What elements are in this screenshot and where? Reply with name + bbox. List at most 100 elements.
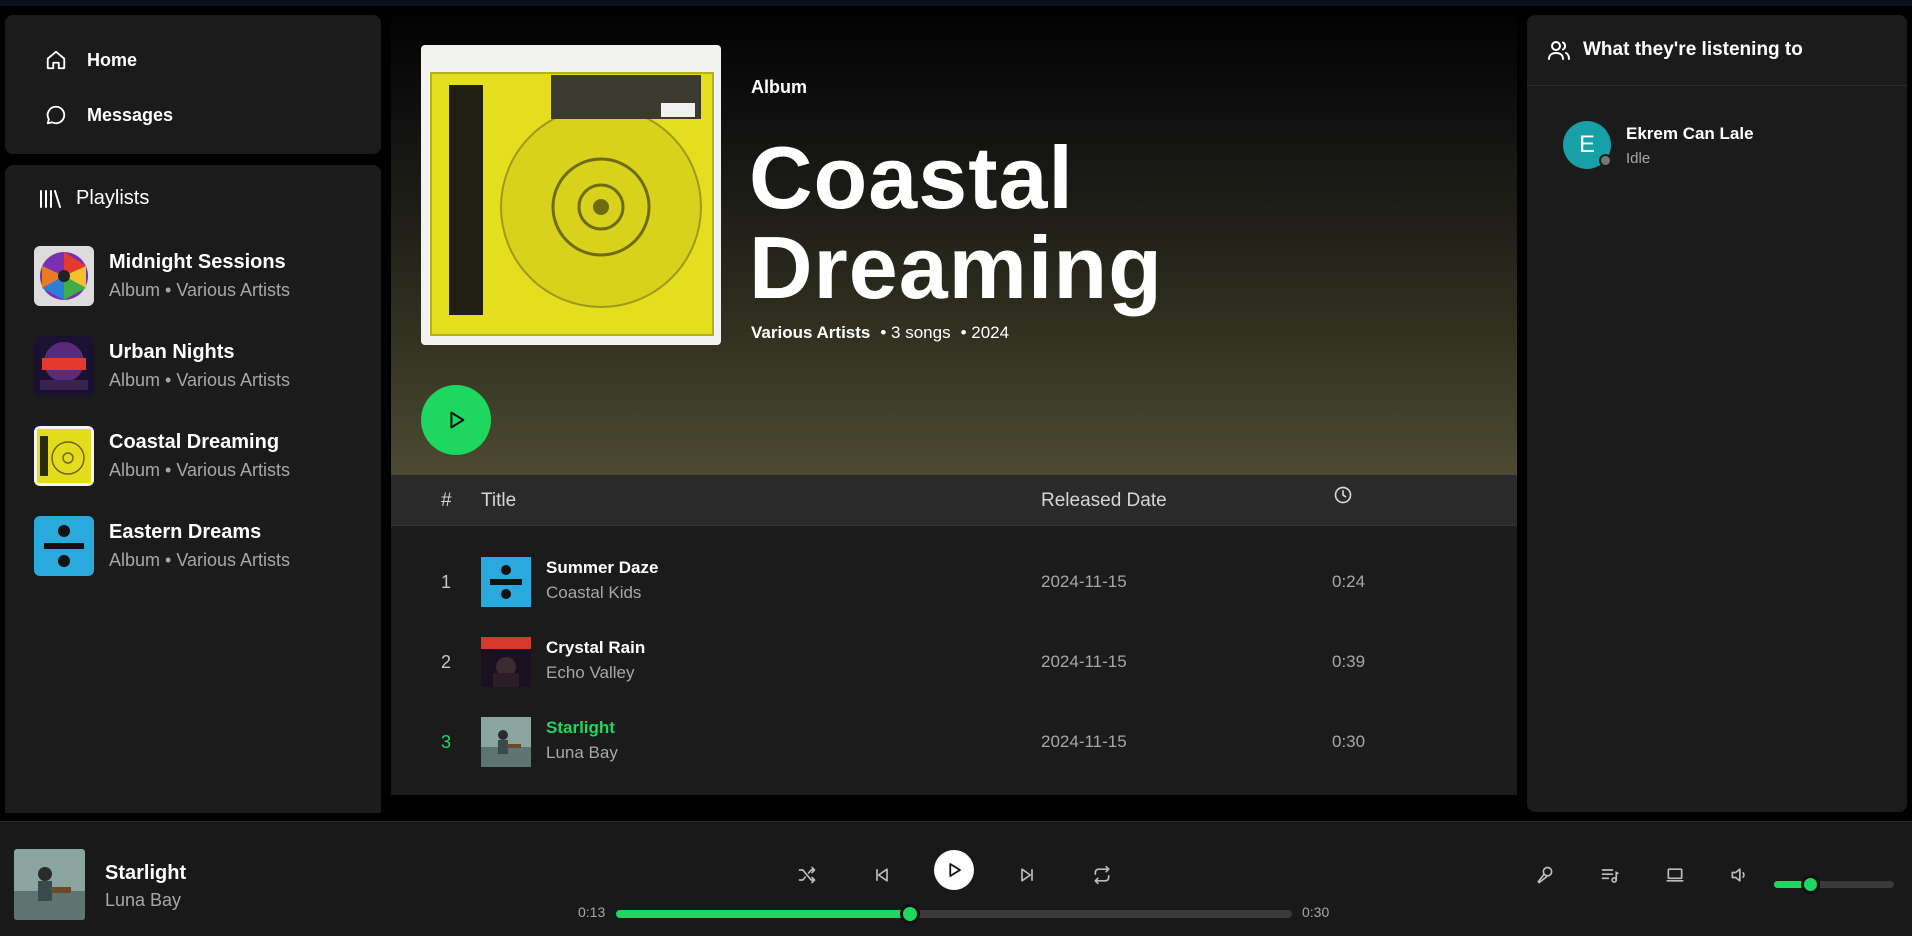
column-number: # — [441, 490, 452, 511]
friend-activity-panel: What they're listening to E Ekrem Can La… — [1527, 15, 1907, 812]
album-cover — [421, 45, 721, 345]
track-title: Crystal Rain — [546, 638, 646, 657]
track-row[interactable]: 1 Summer Daze Coastal Kids 2024-11-15 0:… — [391, 552, 1517, 612]
laptop-icon — [1666, 868, 1684, 882]
now-playing-cover — [14, 849, 85, 920]
repeat-button[interactable] — [1087, 860, 1117, 890]
column-released-date[interactable]: Released Date — [1041, 490, 1167, 512]
devices-button[interactable] — [1662, 862, 1688, 888]
track-number: 3 — [441, 732, 452, 752]
nav-messages-label: Messages — [87, 104, 174, 125]
play-album-button[interactable] — [421, 385, 491, 455]
playlist-title: Midnight Sessions — [109, 251, 286, 273]
playlist-title: Eastern Dreams — [109, 521, 262, 543]
track-artist[interactable]: Echo Valley — [546, 663, 635, 683]
home-icon — [46, 50, 66, 70]
elapsed-time: 0:13 — [578, 904, 606, 920]
column-title[interactable]: Title — [481, 490, 516, 512]
friend-item[interactable]: E Ekrem Can Lale Idle — [1563, 121, 1754, 169]
avatar-initial: E — [1578, 131, 1595, 158]
skip-forward-icon — [1021, 868, 1033, 882]
progress-fill — [616, 910, 911, 918]
now-playing-artist[interactable]: Luna Bay — [105, 890, 181, 911]
album-type: Album — [751, 77, 807, 97]
progress-handle[interactable] — [900, 904, 921, 924]
nav-panel: Home Messages — [5, 15, 381, 154]
volume-slider[interactable] — [1774, 875, 1894, 894]
message-icon — [46, 105, 66, 125]
column-duration[interactable] — [1333, 485, 1353, 511]
playlist-item[interactable]: Urban Nights Album • Various Artists — [34, 335, 364, 397]
lyrics-button[interactable] — [1532, 862, 1558, 888]
playlist-item[interactable]: Coastal Dreaming Album • Various Artists — [34, 425, 364, 487]
playlist-title: Urban Nights — [109, 341, 235, 363]
playlist-subtitle: Album • Various Artists — [109, 550, 291, 570]
volume-handle[interactable] — [1801, 875, 1820, 894]
queue-button[interactable] — [1597, 862, 1623, 888]
track-number: 1 — [441, 572, 452, 592]
friend-activity-heading: What they're listening to — [1583, 39, 1803, 60]
friend-status: Idle — [1626, 149, 1651, 167]
player-bar: Starlight Luna Bay 0:13 0:30 — [0, 821, 1912, 936]
app-window: Home Messages Playlists Midnight Session… — [0, 0, 1912, 936]
friend-name: Ekrem Can Lale — [1626, 123, 1754, 143]
nav-messages[interactable]: Messages — [45, 104, 173, 126]
track-row-active[interactable]: 3 Starlight Luna Bay 2024-11-15 0:30 — [391, 712, 1517, 772]
track-row[interactable]: 2 Crystal Rain Echo Valley 2024-11-15 0:… — [391, 632, 1517, 692]
album-meta: Various Artists • 3 songs • 2024 — [751, 323, 1009, 343]
total-time: 0:30 — [1302, 904, 1330, 920]
clock-icon — [1334, 486, 1352, 504]
track-artist[interactable]: Coastal Kids — [546, 583, 641, 603]
mute-button[interactable] — [1726, 862, 1752, 888]
progress-bar[interactable] — [616, 904, 1292, 924]
track-title: Summer Daze — [546, 558, 659, 577]
track-title: Starlight — [546, 718, 615, 737]
album-view: Album Coastal Dreaming Various Artists •… — [391, 15, 1517, 795]
users-icon — [1548, 41, 1570, 60]
track-date: 2024-11-15 — [1041, 732, 1127, 751]
playlist-cover — [34, 426, 94, 486]
playlist-cover — [34, 516, 94, 576]
playlist-subtitle: Album • Various Artists — [109, 280, 291, 300]
track-date: 2024-11-15 — [1041, 652, 1127, 671]
next-button[interactable] — [1012, 860, 1042, 890]
track-artist[interactable]: Luna Bay — [546, 743, 618, 763]
previous-button[interactable] — [867, 860, 897, 890]
avatar: E — [1563, 121, 1612, 169]
track-table-header: # Title Released Date — [391, 475, 1517, 526]
library-panel: Playlists Midnight Sessions Album • Vari… — [5, 165, 381, 813]
playlist-subtitle: Album • Various Artists — [109, 370, 291, 390]
shuffle-icon — [798, 866, 816, 884]
play-icon — [949, 863, 961, 877]
playlist-cover — [34, 336, 94, 396]
top-strip — [0, 0, 1912, 6]
microphone-icon — [1537, 866, 1553, 884]
playlist-title: Coastal Dreaming — [109, 431, 280, 453]
album-header: Album Coastal Dreaming Various Artists •… — [391, 15, 1517, 475]
track-duration: 0:30 — [1332, 732, 1366, 751]
track-duration: 0:39 — [1332, 652, 1366, 671]
library-heading: Playlists — [76, 187, 150, 209]
play-pause-button[interactable] — [934, 850, 974, 890]
track-cover — [481, 717, 531, 767]
nav-home[interactable]: Home — [45, 49, 137, 71]
play-icon — [450, 411, 465, 429]
volume-icon — [1731, 868, 1745, 882]
shuffle-button[interactable] — [792, 860, 822, 890]
now-playing-title[interactable]: Starlight — [105, 862, 186, 885]
library-header[interactable]: Playlists — [38, 187, 149, 210]
track-cover — [481, 557, 531, 607]
repeat-icon — [1094, 865, 1110, 885]
status-dot — [1599, 154, 1612, 167]
album-song-count: • 3 songs — [880, 323, 951, 342]
queue-icon — [1601, 869, 1619, 883]
playlist-item[interactable]: Eastern Dreams Album • Various Artists — [34, 515, 364, 577]
friend-activity-header: What they're listening to — [1527, 15, 1907, 86]
album-year: • 2024 — [960, 323, 1010, 342]
playlist-item[interactable]: Midnight Sessions Album • Various Artist… — [34, 245, 364, 307]
track-duration: 0:24 — [1332, 572, 1366, 591]
playlist-subtitle: Album • Various Artists — [109, 460, 291, 480]
library-icon — [40, 189, 61, 208]
nav-home-label: Home — [87, 49, 138, 70]
album-artist[interactable]: Various Artists — [751, 323, 870, 343]
